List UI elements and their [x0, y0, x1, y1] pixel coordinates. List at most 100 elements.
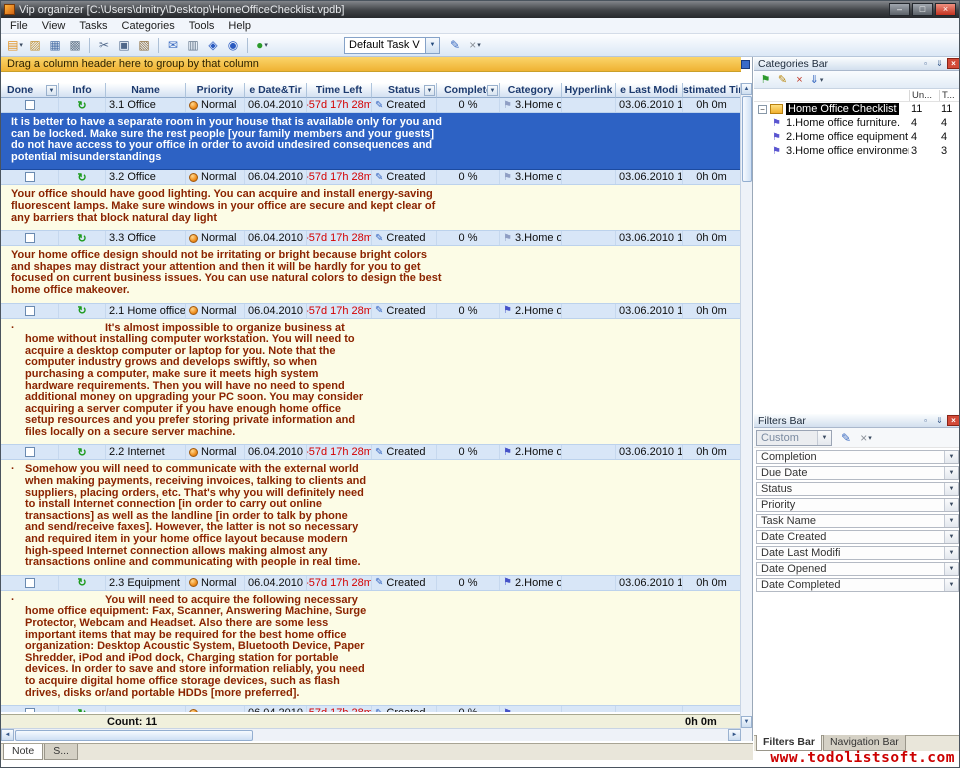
run-icon[interactable]: ●▾: [253, 36, 271, 54]
dropdown-arrow-icon[interactable]: ▾: [477, 41, 481, 49]
minimize-button[interactable]: –: [889, 3, 910, 16]
tab-note[interactable]: Note: [3, 744, 43, 760]
column-header-hyperlink[interactable]: Hyperlink: [562, 83, 616, 98]
save-icon[interactable]: ▦: [46, 36, 64, 54]
done-checkbox[interactable]: [25, 578, 35, 588]
column-header-e-last-modi[interactable]: e Last Modi: [616, 83, 683, 98]
vertical-scrollbar[interactable]: ▲ ▼: [740, 83, 752, 728]
copy-icon[interactable]: ▣: [115, 36, 133, 54]
paste-icon[interactable]: ▧: [135, 36, 153, 54]
filter-row-status[interactable]: Status▼: [756, 482, 959, 496]
filter-dropdown-icon[interactable]: ▼: [46, 85, 57, 96]
clear-filter-icon[interactable]: ×▾: [857, 429, 875, 447]
done-checkbox[interactable]: [25, 306, 35, 316]
print-icon[interactable]: ▩: [66, 36, 84, 54]
filter-preset-combo[interactable]: Custom ▼: [756, 430, 832, 446]
task-note[interactable]: ·You will need to acquire the following …: [1, 591, 741, 706]
filter-dropdown-icon[interactable]: ▼: [944, 563, 958, 575]
menu-item-help[interactable]: Help: [221, 19, 258, 33]
category-tree-item[interactable]: ⚑1.Home office furniture.44: [754, 116, 960, 130]
task-note[interactable]: Your office should have good lighting. Y…: [1, 185, 741, 231]
filter-row-due-date[interactable]: Due Date▼: [756, 466, 959, 480]
filter-dropdown-icon[interactable]: ▼: [944, 451, 958, 463]
done-checkbox[interactable]: [25, 447, 35, 457]
column-header-complete[interactable]: Complete▼: [437, 83, 500, 98]
column-header-category[interactable]: Category: [500, 83, 562, 98]
move-category-icon[interactable]: ⇓▾: [808, 72, 825, 88]
done-checkbox[interactable]: [25, 100, 35, 110]
task-row[interactable]: ↻3.3 OfficeNormal06.04.2010-57d 17h 28m✎…: [1, 231, 741, 246]
open-database-icon[interactable]: ▨: [26, 36, 44, 54]
default-task-combo[interactable]: Default Task V ▼: [344, 37, 440, 54]
close-button[interactable]: ×: [935, 3, 956, 16]
done-checkbox[interactable]: [25, 233, 35, 243]
filter-row-date-completed[interactable]: Date Completed▼: [756, 578, 959, 592]
filter-row-date-created[interactable]: Date Created▼: [756, 530, 959, 544]
panel-pin-icon[interactable]: ⇓: [933, 415, 946, 426]
task-note[interactable]: It is better to have a separate room in …: [1, 113, 741, 170]
filter-preset-dropdown-icon[interactable]: ▼: [817, 431, 831, 445]
column-header-info[interactable]: Info: [59, 83, 106, 98]
column-header-e-date-tir[interactable]: e Date&Tir: [245, 83, 307, 98]
done-checkbox[interactable]: [25, 172, 35, 182]
horizontal-scroll-thumb[interactable]: [15, 730, 253, 741]
filter-row-task-name[interactable]: Task Name▼: [756, 514, 959, 528]
task-note[interactable]: ·Somehow you will need to communicate wi…: [1, 460, 741, 575]
menu-item-file[interactable]: File: [3, 19, 35, 33]
dropdown-arrow-icon[interactable]: ▾: [264, 41, 268, 49]
new-task-icon[interactable]: ▤▾: [6, 36, 24, 54]
menu-item-categories[interactable]: Categories: [115, 19, 182, 33]
clear-view-icon[interactable]: ×▾: [466, 36, 484, 54]
tab-filters-bar[interactable]: Filters Bar: [756, 735, 822, 751]
filter-dropdown-icon[interactable]: ▼: [944, 467, 958, 479]
filter-row-completion[interactable]: Completion▼: [756, 450, 959, 464]
filter-row-priority[interactable]: Priority▼: [756, 498, 959, 512]
tree-column-total[interactable]: T...: [939, 90, 960, 101]
dropdown-arrow-icon[interactable]: ▾: [820, 76, 824, 84]
done-checkbox[interactable]: [25, 708, 35, 712]
filter-dropdown-icon[interactable]: ▼: [944, 547, 958, 559]
tree-expander-icon[interactable]: −: [758, 105, 767, 114]
panel-float-icon[interactable]: ▫: [919, 58, 932, 69]
task-note[interactable]: Your home office design should not be ir…: [1, 246, 741, 303]
edit-views-icon[interactable]: ✎: [446, 36, 464, 54]
customize-columns-button[interactable]: [741, 60, 750, 69]
column-header-status[interactable]: Status▼: [372, 83, 437, 98]
edit-filter-icon[interactable]: ✎: [837, 429, 855, 447]
maximize-button[interactable]: □: [912, 3, 933, 16]
filter-row-date-opened[interactable]: Date Opened▼: [756, 562, 959, 576]
tab-navigation-bar[interactable]: Navigation Bar: [823, 735, 906, 751]
vertical-scroll-thumb[interactable]: [742, 96, 752, 182]
filter-dropdown-icon[interactable]: ▼: [944, 531, 958, 543]
sync-icon[interactable]: ◈: [204, 36, 222, 54]
panel-pin-icon[interactable]: ⇓: [933, 58, 946, 69]
horizontal-scrollbar[interactable]: ◄ ►: [1, 728, 741, 741]
edit-category-icon[interactable]: ✎: [774, 72, 791, 88]
scroll-left-icon[interactable]: ◄: [1, 729, 14, 741]
column-header-name[interactable]: Name: [106, 83, 186, 98]
filter-dropdown-icon[interactable]: ▼: [487, 85, 498, 96]
menu-item-tools[interactable]: Tools: [182, 19, 222, 33]
tree-column-unfinished[interactable]: Un...: [909, 90, 939, 101]
category-tree-item[interactable]: −Home Office Checklist1111: [754, 102, 960, 116]
menu-item-view[interactable]: View: [35, 19, 73, 33]
panel-close-icon[interactable]: ×: [947, 58, 960, 69]
delete-category-icon[interactable]: ×: [791, 72, 808, 88]
task-row[interactable]: ↻3.2 OfficeNormal06.04.2010-57d 17h 28m✎…: [1, 170, 741, 185]
column-header-priority[interactable]: Priority: [186, 83, 245, 98]
web-icon[interactable]: ◉: [224, 36, 242, 54]
task-row[interactable]: ↻2.2 InternetNormal06.04.2010-57d 17h 28…: [1, 445, 741, 460]
panel-close-icon[interactable]: ×: [947, 415, 960, 426]
filter-dropdown-icon[interactable]: ▼: [944, 483, 958, 495]
filter-dropdown-icon[interactable]: ▼: [944, 579, 958, 591]
dropdown-arrow-icon[interactable]: ▾: [868, 434, 872, 442]
new-category-icon[interactable]: ⚑: [757, 72, 774, 88]
task-row[interactable]: ↻3.1 OfficeNormal06.04.2010-57d 17h 28m✎…: [1, 98, 741, 113]
scroll-down-icon[interactable]: ▼: [741, 716, 752, 728]
category-tree-item[interactable]: ⚑2.Home office equipment.44: [754, 130, 960, 144]
task-row[interactable]: ↻2.1 Home officeNormal06.04.2010-57d 17h…: [1, 304, 741, 319]
category-tree-item[interactable]: ⚑3.Home office environmen33: [754, 144, 960, 158]
column-header-stimated-time[interactable]: stimated Time: [683, 83, 741, 98]
filter-dropdown-icon[interactable]: ▼: [944, 499, 958, 511]
cut-icon[interactable]: ✂: [95, 36, 113, 54]
